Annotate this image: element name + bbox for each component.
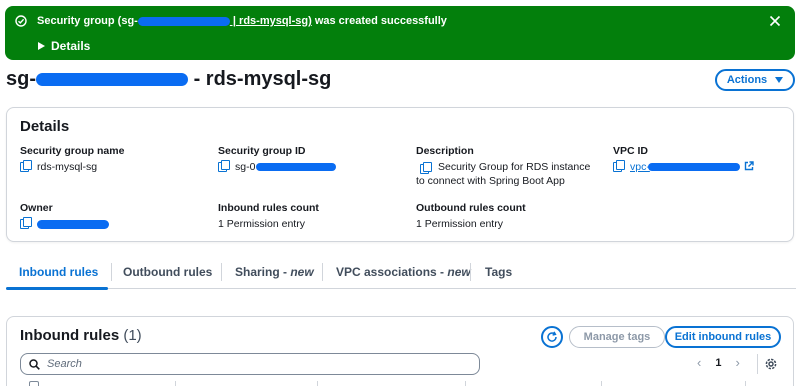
actions-button-label: Actions xyxy=(726,74,768,86)
column-divider xyxy=(175,381,176,386)
copy-icon[interactable] xyxy=(218,160,230,172)
search-input[interactable]: Search xyxy=(20,353,480,375)
copy-icon[interactable] xyxy=(20,217,32,229)
pager-divider xyxy=(757,354,758,374)
redacted-id xyxy=(137,16,230,26)
column-divider xyxy=(745,381,746,386)
column-divider xyxy=(601,381,602,386)
actions-button[interactable]: Actions xyxy=(715,69,795,91)
description-value: Security Group for RDS instance to conne… xyxy=(416,161,591,187)
field-owner: Owner xyxy=(20,202,109,231)
copy-icon[interactable] xyxy=(20,160,32,172)
success-check-icon xyxy=(15,15,27,27)
column-divider xyxy=(317,381,318,386)
search-icon xyxy=(29,358,40,370)
tab-inbound-rules[interactable]: Inbound rules xyxy=(19,265,98,279)
inbound-rules-title: Inbound rules (1) xyxy=(20,327,142,344)
page-title: sg- - rds-mysql-sg xyxy=(6,68,332,90)
field-vpc-id: VPC ID vpc- xyxy=(613,145,754,174)
edit-inbound-rules-button[interactable]: Edit inbound rules xyxy=(665,326,781,348)
redacted-sg-id xyxy=(256,163,337,172)
tab-bar: Inbound rules Outbound rules Sharing - n… xyxy=(6,258,796,290)
redacted-vpc-id xyxy=(647,163,740,172)
inbound-count-value: 1 Permission entry xyxy=(218,218,305,230)
details-heading: Details xyxy=(20,118,70,135)
banner-message: Security group (sg- | rds-mysql-sg) was … xyxy=(37,15,447,27)
vpc-id-link[interactable]: vpc- xyxy=(630,161,650,173)
search-placeholder: Search xyxy=(47,358,82,370)
field-outbound-count: Outbound rules count 1 Permission entry xyxy=(416,202,526,230)
field-sg-id: Security group ID sg-0 xyxy=(218,145,337,174)
redacted-sg-id xyxy=(36,73,188,87)
redacted-owner xyxy=(37,219,109,229)
select-all-checkbox[interactable] xyxy=(29,381,39,386)
banner-sg-link[interactable]: | rds-mysql-sg) xyxy=(230,15,312,27)
refresh-icon xyxy=(547,331,557,342)
field-description: Description Security Group for RDS insta… xyxy=(416,145,596,188)
external-link-icon[interactable] xyxy=(744,161,754,171)
inbound-rules-panel: Inbound rules (1) Manage tags Edit inbou… xyxy=(6,316,794,386)
close-icon[interactable] xyxy=(769,15,781,27)
tab-sharing[interactable]: Sharing - new xyxy=(235,265,314,279)
tab-vpc-associations[interactable]: VPC associations - new xyxy=(336,265,471,279)
caret-down-icon xyxy=(775,77,784,83)
banner-details-toggle[interactable]: Details xyxy=(38,39,90,53)
caret-right-icon xyxy=(38,42,45,50)
page-number[interactable]: 1 xyxy=(715,357,721,369)
chevron-left-icon[interactable]: ‹ xyxy=(697,355,701,370)
details-panel: Details Security group name rds-mysql-sg… xyxy=(6,107,794,242)
tab-separator xyxy=(470,263,471,281)
tab-separator xyxy=(111,263,112,281)
refresh-button[interactable] xyxy=(541,326,563,348)
tab-separator xyxy=(221,263,222,281)
banner-details-label: Details xyxy=(51,39,91,53)
field-inbound-count: Inbound rules count 1 Permission entry xyxy=(218,202,319,230)
copy-icon[interactable] xyxy=(613,160,625,172)
success-banner: Security group (sg- | rds-mysql-sg) was … xyxy=(5,6,795,60)
chevron-right-icon[interactable]: › xyxy=(735,355,739,370)
manage-tags-button[interactable]: Manage tags xyxy=(569,326,665,348)
tab-tags[interactable]: Tags xyxy=(485,265,512,279)
outbound-count-value: 1 Permission entry xyxy=(416,218,503,230)
field-sg-name: Security group name rds-mysql-sg xyxy=(20,145,125,173)
column-divider xyxy=(465,381,466,386)
copy-icon[interactable] xyxy=(420,162,432,174)
sg-name-value: rds-mysql-sg xyxy=(37,161,98,173)
pagination: ‹ 1 › xyxy=(697,355,740,370)
gear-icon[interactable] xyxy=(764,357,778,371)
tab-separator xyxy=(322,263,323,281)
active-tab-indicator xyxy=(6,287,108,290)
sg-id-value: sg-0 xyxy=(235,161,256,173)
tab-outbound-rules[interactable]: Outbound rules xyxy=(123,265,212,279)
